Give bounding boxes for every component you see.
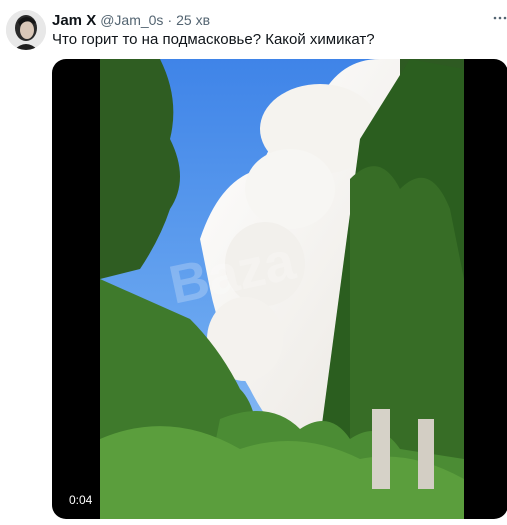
display-name[interactable]: Jam X: [52, 12, 96, 29]
separator-dot: ·: [167, 12, 173, 28]
avatar-image: [6, 10, 46, 50]
more-dots-icon: [493, 16, 507, 20]
user-handle[interactable]: @Jam_0s: [100, 12, 163, 28]
timestamp[interactable]: 25 хв: [176, 12, 210, 28]
tweet-header: Jam X @Jam_0s · 25 хв: [52, 10, 210, 30]
tweet-text: Что горит то на подмасковье? Какой химик…: [52, 31, 375, 48]
more-options-icon[interactable]: [492, 10, 507, 26]
video-duration: 0:04: [64, 491, 98, 509]
smoke-plume-video-frame: Baza: [100, 59, 464, 519]
video-frame[interactable]: Baza: [100, 59, 464, 519]
video-player[interactable]: Baza 0:04: [52, 59, 507, 519]
avatar[interactable]: [6, 10, 46, 50]
tweet[interactable]: Jam X @Jam_0s · 25 хв Что горит то на по…: [0, 0, 507, 525]
